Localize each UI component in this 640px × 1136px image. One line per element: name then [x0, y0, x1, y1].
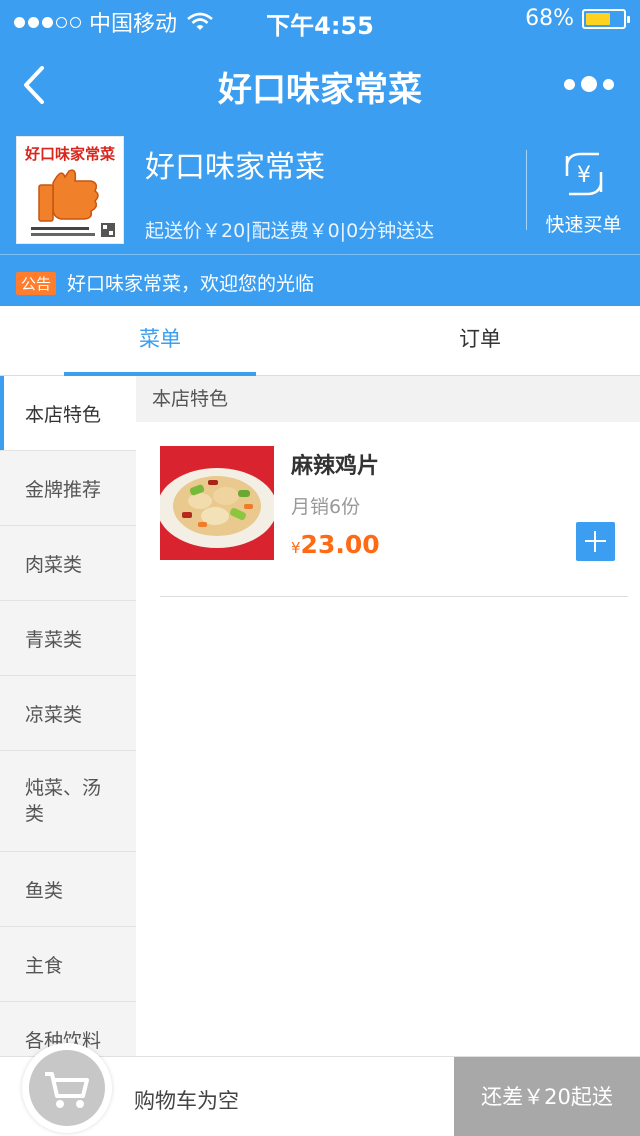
category-item[interactable]: 主食 [0, 927, 136, 1002]
svg-text:好口味家常菜: 好口味家常菜 [24, 145, 115, 163]
cart-button[interactable] [22, 1043, 112, 1133]
wifi-icon [187, 12, 213, 30]
cart-empty-text: 购物车为空 [134, 1089, 239, 1113]
cart-icon [45, 1072, 89, 1108]
section-title: 本店特色 [136, 376, 640, 422]
svg-text:¥: ¥ [577, 163, 591, 188]
tab-orders[interactable]: 订单 [384, 306, 576, 376]
dish-image [160, 446, 274, 560]
dish-name: 麻辣鸡片 [291, 454, 380, 479]
status-bar: 中国移动 下午4:55 68% [0, 0, 640, 40]
category-item[interactable]: 金牌推荐 [0, 451, 136, 526]
battery-percent: 68% [525, 6, 574, 31]
category-item[interactable]: 鱼类 [0, 852, 136, 927]
signal-strength-icon [14, 16, 81, 28]
navigation-bar: 好口味家常菜 [0, 40, 640, 130]
shop-logo: 好口味家常菜 [16, 136, 124, 244]
notice-bar: 公告 好口味家常菜，欢迎您的光临 [0, 254, 640, 306]
dish-item[interactable]: 麻辣鸡片 月销6份 ¥23.00 [160, 446, 628, 597]
category-sidebar: 本店特色 金牌推荐 肉菜类 青菜类 凉菜类 炖菜、汤类 鱼类 主食 各种饮料 [0, 376, 136, 1056]
quick-order-label: 快速买单 [545, 214, 622, 236]
dish-price: ¥23.00 [291, 530, 380, 559]
tab-bar: 菜单 订单 [0, 306, 640, 376]
shop-name: 好口味家常菜 [145, 150, 325, 185]
category-item[interactable]: 肉菜类 [0, 526, 136, 601]
more-dots-icon[interactable] [564, 76, 614, 92]
category-item[interactable]: 青菜类 [0, 601, 136, 676]
currency-symbol: ¥ [291, 539, 301, 557]
shop-delivery-info: 起送价￥20|配送费￥0|0分钟送达 [145, 220, 435, 242]
tab-menu[interactable]: 菜单 [64, 306, 256, 376]
notice-tag: 公告 [16, 272, 57, 295]
category-item[interactable]: 炖菜、汤类 [0, 751, 136, 852]
category-item[interactable]: 凉菜类 [0, 676, 136, 751]
carrier-name: 中国移动 [89, 12, 178, 37]
notice-text: 好口味家常菜，欢迎您的光临 [67, 273, 315, 295]
quick-order-button[interactable]: ¥ 快速买单 [526, 150, 640, 236]
menu-content: 本店特色 麻辣鸡片 月销6份 ¥23.00 [136, 376, 640, 1056]
battery-icon [582, 8, 630, 29]
checkout-button[interactable]: 还差￥20起送 [454, 1057, 640, 1136]
add-to-cart-button[interactable] [576, 522, 615, 561]
cart-bar: 购物车为空 还差￥20起送 [0, 1043, 640, 1136]
yuan-exchange-icon: ¥ [565, 152, 602, 196]
dish-monthly-sales: 月销6份 [291, 496, 361, 518]
category-item[interactable]: 本店特色 [0, 376, 136, 451]
shop-header: 好口味家常菜 好口味家常菜 起送价￥20|配送费￥0|0分钟送达 ¥ 快速买单 … [0, 130, 640, 306]
price-value: 23.00 [300, 530, 380, 559]
page-title: 好口味家常菜 [218, 70, 422, 110]
